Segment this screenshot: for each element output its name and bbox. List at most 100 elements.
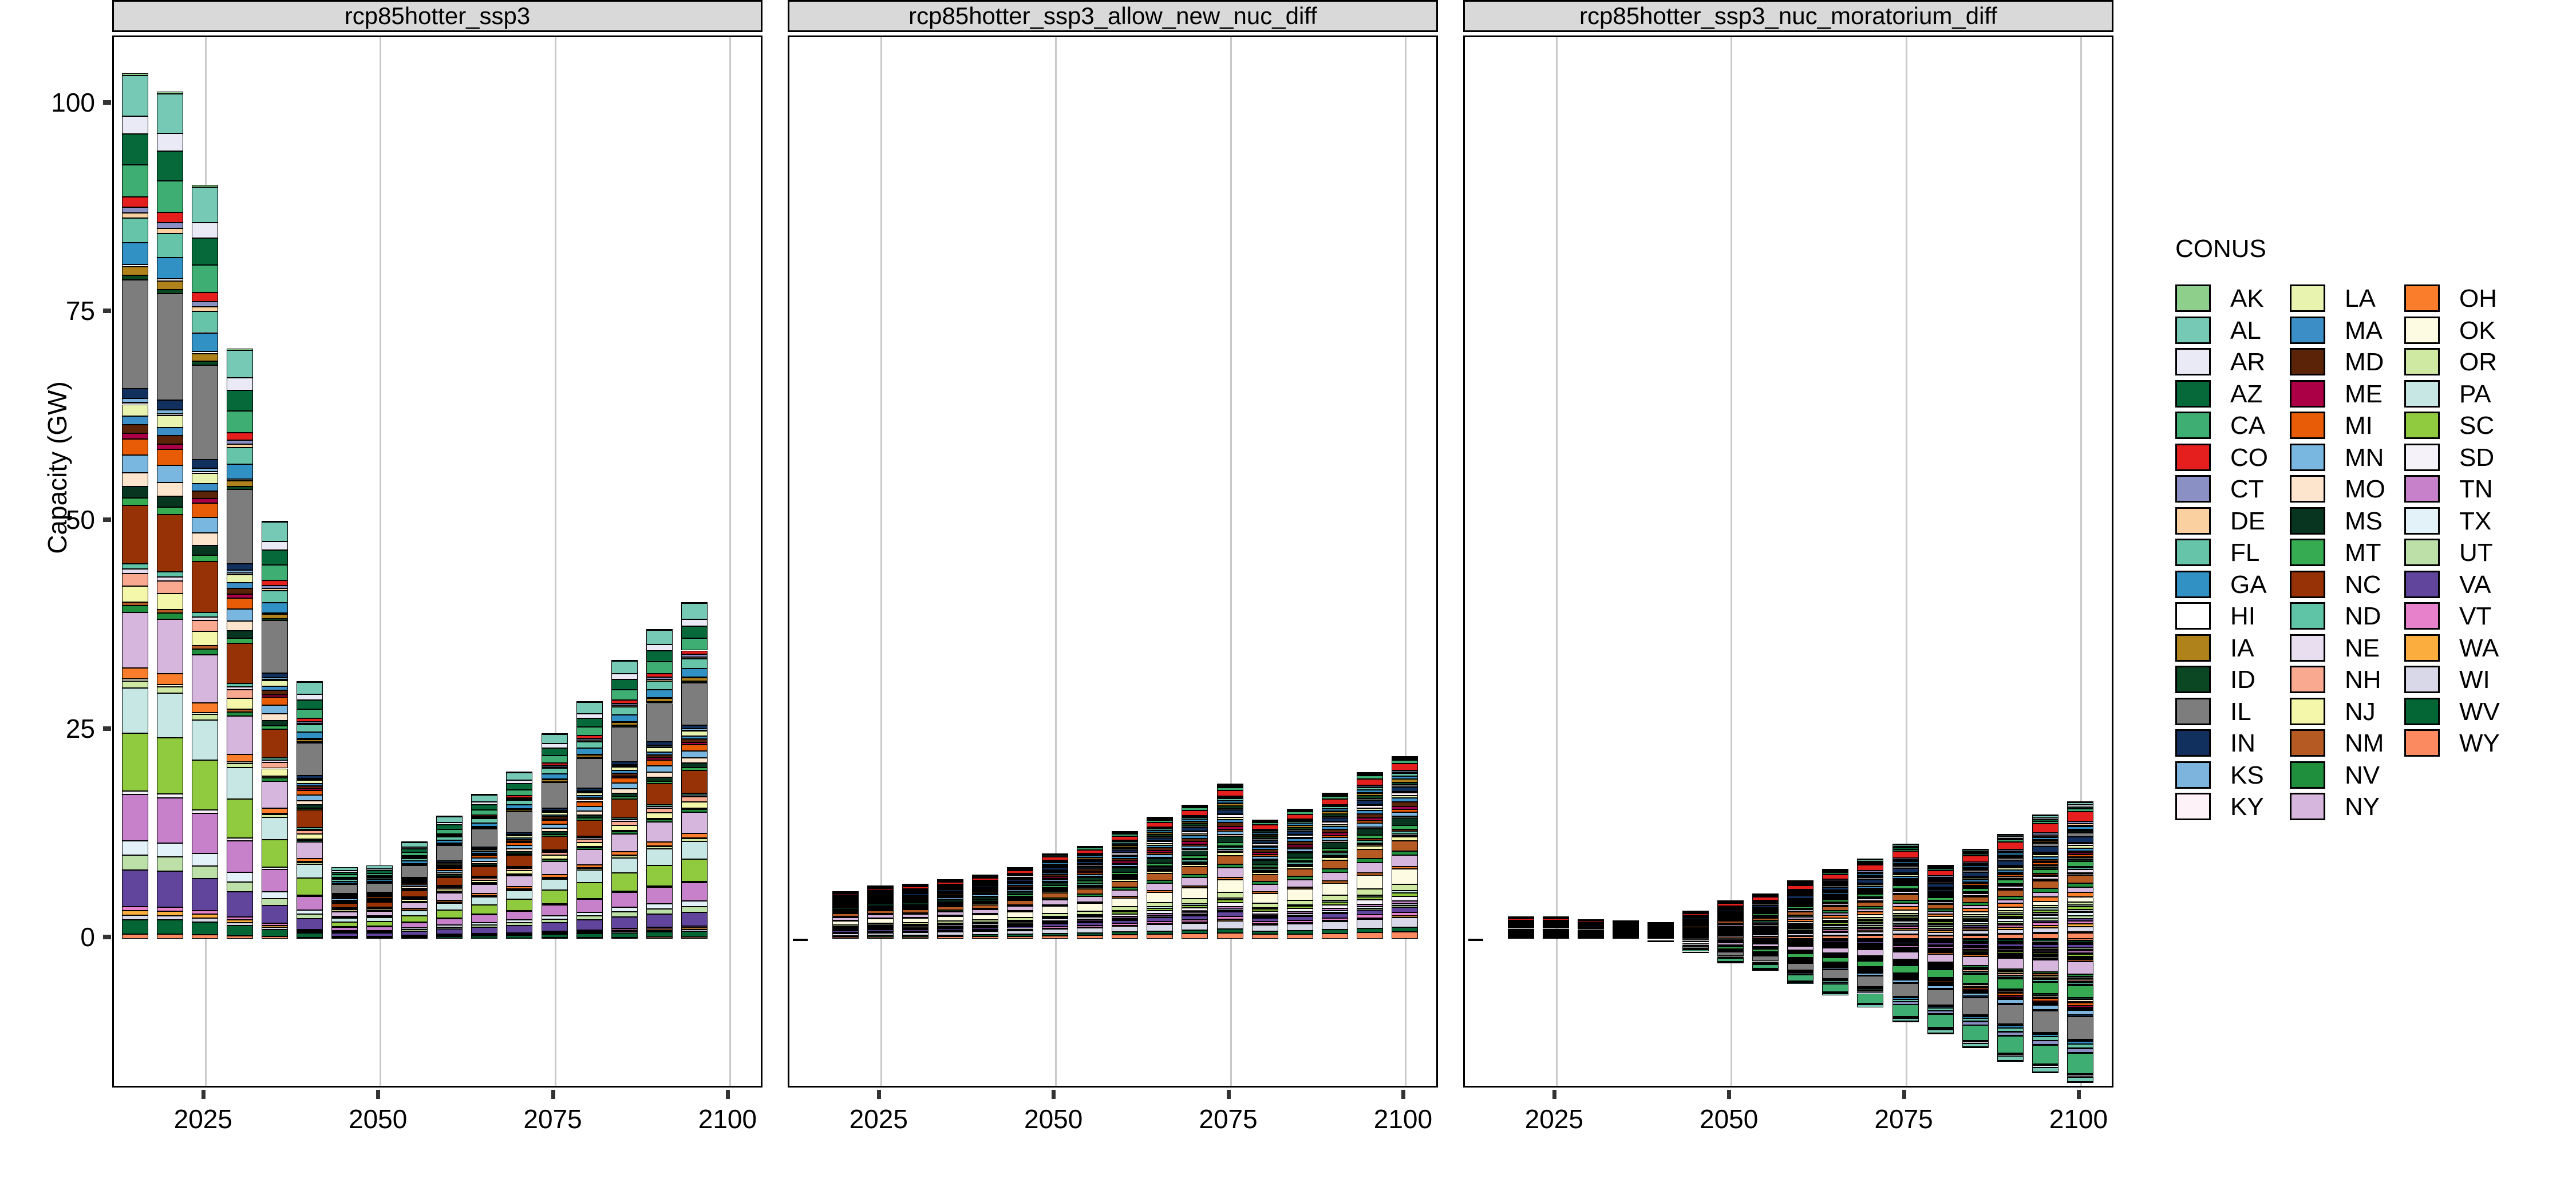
bar[interactable] — [1007, 867, 1034, 939]
bar[interactable] — [681, 602, 708, 939]
bar[interactable] — [867, 885, 894, 939]
bar-segment — [1892, 876, 1919, 879]
bar[interactable] — [1147, 817, 1174, 939]
bar-segment — [121, 841, 148, 856]
bar[interactable] — [1752, 939, 1779, 971]
bar-segment — [1787, 982, 1814, 984]
bar[interactable] — [1286, 808, 1313, 939]
bar-segment — [576, 815, 603, 819]
bar-segment — [1857, 879, 1884, 884]
bar-segment — [471, 809, 498, 816]
bar[interactable] — [226, 349, 253, 939]
bar-segment — [1286, 923, 1313, 931]
bar-segment — [972, 928, 999, 930]
bar[interactable] — [1717, 939, 1744, 964]
bar[interactable] — [1647, 922, 1674, 939]
bar[interactable] — [937, 879, 963, 939]
bar[interactable] — [1542, 916, 1569, 939]
bar-segment — [1182, 874, 1208, 878]
bar[interactable] — [1216, 784, 1243, 939]
bar-segment — [331, 927, 358, 931]
bar[interactable] — [972, 875, 999, 939]
bar-segment — [1892, 1021, 1919, 1023]
bar[interactable] — [1787, 939, 1814, 984]
bar[interactable] — [121, 73, 148, 939]
bar[interactable] — [436, 815, 463, 939]
bar-segment — [1822, 926, 1849, 928]
bar[interactable] — [541, 733, 568, 939]
bar[interactable] — [576, 701, 603, 939]
bar[interactable] — [2032, 939, 2059, 1074]
bar[interactable] — [156, 91, 183, 939]
bar[interactable] — [1892, 844, 1919, 939]
bar[interactable] — [1962, 849, 1989, 939]
bar[interactable] — [1857, 939, 1884, 1007]
bar-segment — [226, 638, 253, 643]
bar-segment — [1997, 867, 2024, 870]
bar[interactable] — [1182, 804, 1208, 939]
bar-segment — [611, 765, 638, 766]
bar-segment — [1822, 915, 1849, 918]
bar[interactable] — [1321, 793, 1348, 939]
bar-segment — [1507, 927, 1534, 929]
bar[interactable] — [1752, 893, 1779, 939]
bar[interactable] — [1822, 939, 1849, 996]
bar[interactable] — [1927, 939, 1954, 1034]
bar-segment — [611, 766, 638, 771]
bar-segment — [191, 720, 218, 760]
bar[interactable] — [297, 681, 323, 939]
bar[interactable] — [1997, 833, 2024, 939]
bar[interactable] — [401, 841, 428, 939]
bar[interactable] — [902, 884, 929, 939]
bar-segment — [226, 798, 253, 838]
bar-segment — [1997, 836, 2024, 839]
bar[interactable] — [1822, 868, 1849, 939]
bar[interactable] — [331, 867, 358, 939]
bar-segment — [1892, 900, 1919, 904]
bar[interactable] — [1077, 845, 1104, 939]
bar-segment — [297, 775, 323, 778]
bar[interactable] — [506, 771, 533, 939]
bar-segment — [972, 903, 999, 905]
bar[interactable] — [832, 891, 859, 939]
bar-segment — [156, 409, 183, 414]
bar[interactable] — [1682, 911, 1709, 939]
bar-segment — [832, 902, 859, 904]
bar-segment — [366, 930, 393, 932]
bar-segment — [1251, 843, 1278, 846]
bar[interactable] — [471, 793, 498, 939]
bar[interactable] — [1787, 880, 1814, 939]
bar[interactable] — [2032, 814, 2059, 939]
bar[interactable] — [1857, 859, 1884, 939]
bar[interactable] — [1717, 900, 1744, 939]
bar[interactable] — [1612, 920, 1639, 939]
bar[interactable] — [1042, 853, 1069, 939]
bar[interactable] — [2067, 939, 2093, 1084]
bar[interactable] — [1112, 831, 1139, 939]
bar[interactable] — [1391, 756, 1418, 939]
bar[interactable] — [191, 185, 218, 939]
bar[interactable] — [1647, 939, 1674, 942]
bar[interactable] — [1251, 819, 1278, 939]
bar[interactable] — [1356, 772, 1383, 939]
bar[interactable] — [1577, 919, 1604, 939]
bar[interactable] — [2067, 801, 2093, 939]
bar[interactable] — [261, 520, 288, 939]
bar-segment — [1286, 831, 1313, 835]
bar[interactable] — [646, 628, 673, 939]
bar-segment — [681, 638, 708, 651]
y-tick-label: 75 — [65, 296, 95, 326]
bar-segment — [471, 849, 498, 852]
bar-segment — [1042, 867, 1069, 868]
bar-segment — [1182, 899, 1208, 904]
bar[interactable] — [1962, 939, 1989, 1049]
bar[interactable] — [611, 659, 638, 939]
bar-segment — [1321, 908, 1348, 911]
bar[interactable] — [1507, 916, 1534, 939]
bar[interactable] — [366, 865, 393, 939]
bar[interactable] — [1682, 939, 1709, 953]
bar[interactable] — [1892, 939, 1919, 1023]
bar[interactable] — [1997, 939, 2024, 1062]
bar[interactable] — [1927, 864, 1954, 939]
y-tick-label: 100 — [51, 87, 95, 117]
